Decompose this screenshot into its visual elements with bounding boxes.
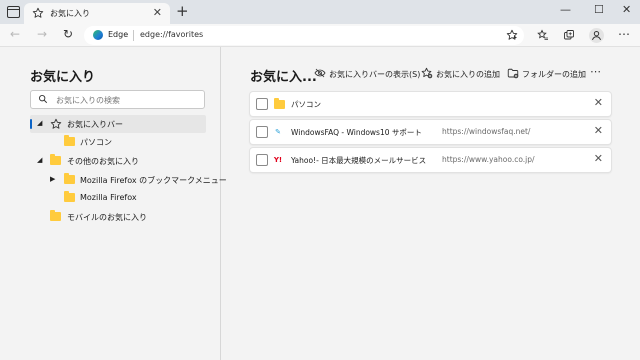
page-title: お気に入... [250, 70, 317, 85]
item-name[interactable]: Yahoo!- 日本最大規模のメールサービス [291, 155, 426, 166]
folder-icon [64, 191, 75, 202]
item-url: https://windowsfaq.net/ [442, 127, 531, 136]
selection-indicator [30, 119, 32, 129]
item-name[interactable]: WindowsFAQ - Windows10 サポート [291, 127, 422, 138]
tree-item-label: お気に入りバー [67, 120, 123, 129]
remove-icon[interactable]: ✕ [594, 152, 603, 165]
settings-more-button[interactable]: ⋯ [618, 27, 630, 41]
tree-item-label: モバイルのお気に入り [67, 213, 147, 222]
show-favorites-bar-button[interactable]: お気に入りバーの表示(S) [329, 69, 420, 80]
favorites-icon[interactable] [537, 29, 549, 41]
star-icon [32, 7, 44, 18]
collections-icon[interactable] [563, 29, 575, 41]
favorites-page: お気に入り お気に入りの検索 ◢ お気に入りバー パソコン ◢ その他のお気に入… [0, 47, 640, 360]
item-checkbox[interactable] [256, 126, 268, 138]
list-item[interactable]: ✎ WindowsFAQ - Windows10 サポート https://wi… [250, 120, 611, 144]
minimize-button[interactable]: — [560, 3, 571, 16]
new-tab-button[interactable]: + [176, 3, 189, 19]
eye-hidden-icon [314, 68, 326, 78]
back-icon[interactable]: ← [10, 27, 20, 41]
tab-actions-icon[interactable] [7, 6, 20, 18]
close-window-button[interactable]: ✕ [622, 3, 631, 16]
divider [133, 30, 134, 41]
caret-expanded-icon[interactable]: ◢ [37, 156, 42, 164]
title-bar: お気に入り ✕ + — ☐ ✕ [0, 0, 640, 24]
tree-item-mobile-favorites[interactable]: モバイルのお気に入り [30, 208, 206, 226]
folder-icon [274, 98, 285, 109]
yahoo-favicon-icon: Y! [273, 156, 283, 164]
tab-favorites[interactable]: お気に入り ✕ [24, 3, 170, 24]
add-favorite-button[interactable]: お気に入りの追加 [436, 69, 500, 80]
add-star-icon [421, 67, 433, 79]
item-checkbox[interactable] [256, 154, 268, 166]
star-icon [50, 118, 62, 129]
tree-item-firefox-bookmark-menu[interactable]: ▶ Mozilla Firefox のブックマークメニュー [30, 171, 227, 189]
tree-item-favorites-bar[interactable]: ◢ お気に入りバー [30, 115, 206, 133]
search-placeholder: お気に入りの検索 [56, 96, 120, 105]
folder-icon [50, 154, 61, 165]
folder-icon [64, 173, 75, 184]
remove-icon[interactable]: ✕ [594, 124, 603, 137]
folder-icon [64, 135, 75, 146]
tree-item-label: Mozilla Firefox [80, 193, 137, 202]
tree-item-other-favorites[interactable]: ◢ その他のお気に入り [30, 152, 206, 170]
item-checkbox[interactable] [256, 98, 268, 110]
tree-item-mozilla-firefox[interactable]: Mozilla Firefox [30, 189, 206, 207]
tab-title: お気に入り [50, 9, 90, 18]
item-url: https://www.yahoo.co.jp/ [442, 155, 535, 164]
item-name[interactable]: パソコン [291, 99, 321, 110]
caret-collapsed-icon[interactable]: ▶ [50, 175, 55, 183]
tree-item-label: その他のお気に入り [67, 157, 139, 166]
address-bar[interactable]: Edge edge://favorites [84, 26, 524, 45]
search-icon [39, 95, 48, 104]
list-item[interactable]: Y! Yahoo!- 日本最大規模のメールサービス https://www.ya… [250, 148, 611, 172]
url-text[interactable]: edge://favorites [140, 30, 203, 39]
search-input[interactable]: お気に入りの検索 [30, 90, 205, 109]
edge-logo-icon [93, 30, 103, 40]
tree-item-pasokon[interactable]: パソコン [30, 133, 206, 151]
remove-icon[interactable]: ✕ [594, 96, 603, 109]
person-icon [591, 30, 602, 41]
sidebar-title: お気に入り [30, 70, 96, 85]
list-item[interactable]: パソコン ✕ [250, 92, 611, 116]
tree-item-label: パソコン [80, 138, 112, 147]
add-favorite-star-icon[interactable] [506, 29, 518, 41]
more-actions-button[interactable]: ⋯ [590, 65, 601, 78]
maximize-button[interactable]: ☐ [594, 3, 604, 16]
folder-icon [50, 210, 61, 221]
add-folder-icon [507, 68, 519, 79]
forward-icon[interactable]: → [37, 27, 47, 41]
favorites-sidebar: お気に入り お気に入りの検索 ◢ お気に入りバー パソコン ◢ その他のお気に入… [0, 47, 227, 360]
add-folder-button[interactable]: フォルダーの追加 [522, 69, 586, 80]
profile-avatar[interactable] [589, 28, 604, 43]
address-toolbar: ← → ↻ Edge edge://favorites ⋯ [0, 24, 640, 47]
tab-close-icon[interactable]: ✕ [153, 6, 162, 19]
caret-expanded-icon[interactable]: ◢ [37, 119, 42, 127]
refresh-icon[interactable]: ↻ [63, 27, 73, 41]
tree-item-label: Mozilla Firefox のブックマークメニュー [80, 176, 227, 185]
windowsfaq-favicon-icon: ✎ [275, 128, 281, 136]
site-name: Edge [108, 30, 129, 39]
